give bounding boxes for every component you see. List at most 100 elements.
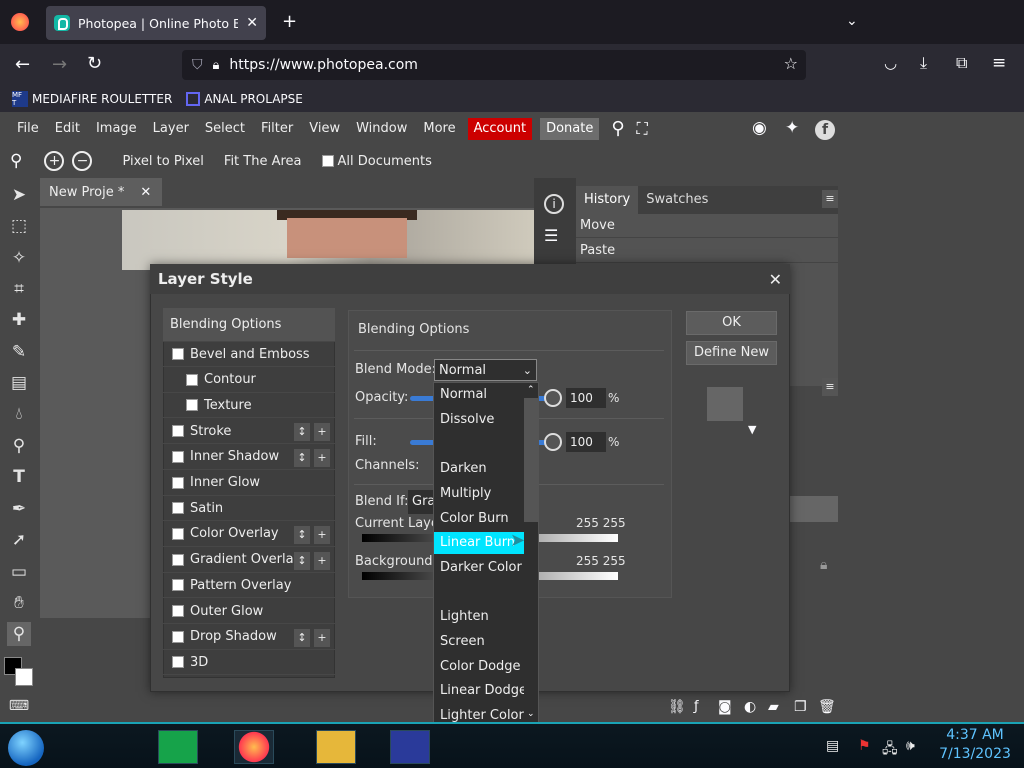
history-item[interactable]: Paste xyxy=(576,238,838,263)
donate-button[interactable]: Donate xyxy=(540,118,600,140)
blend-option[interactable]: Darker Color xyxy=(434,557,524,579)
menu-image[interactable]: Image xyxy=(88,118,145,140)
opacity-input[interactable]: 100 xyxy=(566,388,606,408)
style-item[interactable]: Pattern Overlay xyxy=(163,573,335,599)
opacity-slider-knob[interactable] xyxy=(544,389,562,407)
new-group-icon[interactable]: ▰ xyxy=(768,700,779,714)
dialog-title-bar[interactable]: Layer Style ✕ xyxy=(150,264,790,294)
history-item[interactable]: Move xyxy=(576,213,838,238)
style-item[interactable]: Inner Glow xyxy=(163,471,335,496)
start-button-icon[interactable] xyxy=(8,730,44,766)
link-layers-icon[interactable]: ⛓ xyxy=(668,700,686,714)
style-item[interactable]: 3D xyxy=(163,650,335,676)
menu-file[interactable]: File xyxy=(9,118,47,140)
network-icon[interactable]: 🖧︎ xyxy=(882,738,898,762)
add-effect-icon[interactable]: + xyxy=(314,551,330,570)
pixel-to-pixel-button[interactable]: Pixel to Pixel xyxy=(122,154,203,169)
style-checkbox[interactable] xyxy=(186,373,198,386)
menu-view[interactable]: View xyxy=(301,118,348,140)
shape-tool-icon[interactable]: ▭ xyxy=(7,560,31,584)
close-document-icon[interactable]: ✕ xyxy=(140,186,151,199)
layer-lock-icon[interactable]: 🔒︎ xyxy=(820,558,827,572)
blur-tool-icon[interactable]: 💧︎ xyxy=(7,402,31,426)
tab-history[interactable]: History xyxy=(576,186,639,214)
add-effect-icon[interactable]: + xyxy=(314,628,330,647)
all-documents-checkbox[interactable] xyxy=(321,155,334,167)
healing-tool-icon[interactable]: ✚ xyxy=(7,308,31,332)
taskbar-firefox-icon[interactable] xyxy=(234,730,274,764)
twitter-icon[interactable]: ✦ xyxy=(785,120,799,137)
hand-tool-icon[interactable]: ✋︎ xyxy=(7,591,31,615)
panel-menu-icon[interactable]: ≡ xyxy=(822,190,838,208)
style-checkbox[interactable] xyxy=(172,348,184,360)
flag-icon[interactable]: ⚑ xyxy=(858,738,871,754)
url-bar[interactable]: ⛉ 🔒︎ https://www.photopea.com ☆ xyxy=(182,50,806,80)
info-icon[interactable]: i xyxy=(544,194,564,214)
forward-arrow-icon[interactable]: → xyxy=(52,56,67,74)
lock-icon[interactable]: 🔒︎ xyxy=(213,59,220,72)
style-checkbox[interactable] xyxy=(172,656,184,669)
taskbar-app-icon[interactable] xyxy=(158,730,198,764)
reload-icon[interactable]: ↻ xyxy=(87,55,102,73)
triangle-down-icon[interactable]: ▼ xyxy=(748,424,756,435)
keyboard-icon[interactable]: ⌨ xyxy=(7,694,31,718)
adjustment-layer-icon[interactable]: ◐ xyxy=(744,700,756,714)
bookmark-mediafire[interactable]: MF T MEDIAFIRE ROULETTER xyxy=(12,91,172,107)
define-new-button[interactable]: Define New xyxy=(686,341,777,365)
blend-option[interactable]: Color Burn xyxy=(434,508,524,530)
download-icon[interactable]: ⤓ xyxy=(920,55,927,71)
blend-option[interactable]: Lighten xyxy=(434,606,524,628)
style-item[interactable]: Outer Glow xyxy=(163,599,335,624)
facebook-icon[interactable]: f xyxy=(815,120,835,140)
fit-the-area-button[interactable]: Fit The Area xyxy=(224,154,302,169)
type-tool-icon[interactable]: T xyxy=(7,465,31,489)
fill-slider-knob[interactable] xyxy=(544,433,562,451)
blend-option[interactable]: Dissolve xyxy=(434,409,524,431)
close-icon[interactable]: ✕ xyxy=(769,270,782,289)
style-item[interactable]: Bevel and Emboss xyxy=(163,342,335,367)
style-item[interactable]: Contour xyxy=(163,368,335,393)
layer-effects-icon[interactable]: ƒ xyxy=(694,700,699,713)
url-text[interactable]: https://www.photopea.com xyxy=(229,57,418,73)
shield-icon[interactable]: ⛉ xyxy=(192,58,203,72)
marquee-tool-icon[interactable]: ⬚ xyxy=(7,214,31,238)
bookmark-second[interactable]: ANAL PROLAPSE xyxy=(186,92,303,106)
fill-input[interactable]: 100 xyxy=(566,432,606,452)
reorder-arrows-icon[interactable]: ↕ xyxy=(294,551,310,570)
blend-option[interactable]: Darken xyxy=(434,458,524,480)
blend-option[interactable]: Linear Dodge xyxy=(434,680,524,702)
pen-tool-icon[interactable]: ✒ xyxy=(7,497,31,521)
document-tab[interactable]: New Proje * ✕ xyxy=(40,178,162,206)
style-item[interactable]: Blending Options xyxy=(163,308,335,342)
delete-layer-icon[interactable]: 🗑︎ xyxy=(818,700,836,714)
layers-panel-menu-icon[interactable]: ≡ xyxy=(822,378,838,396)
style-checkbox[interactable] xyxy=(172,450,184,463)
blend-mode-select[interactable]: Normal ⌄ xyxy=(434,359,537,381)
style-checkbox[interactable] xyxy=(172,630,184,643)
zoom-out-icon[interactable]: − xyxy=(72,151,93,171)
hamburger-menu-icon[interactable]: ≡ xyxy=(992,55,1006,72)
scroll-down-icon[interactable]: ⌄ xyxy=(527,710,535,719)
volume-icon[interactable]: 🕪︎ xyxy=(906,738,915,754)
firefox-icon[interactable] xyxy=(11,13,29,31)
adjustments-icon[interactable]: ☰ xyxy=(544,228,558,244)
menu-edit[interactable]: Edit xyxy=(47,118,88,140)
reorder-arrows-icon[interactable]: ↕ xyxy=(294,628,310,647)
add-effect-icon[interactable]: + xyxy=(314,448,330,467)
style-checkbox[interactable] xyxy=(172,425,184,438)
fullscreen-icon[interactable]: ⛶ xyxy=(637,121,648,137)
new-layer-icon[interactable]: ❐ xyxy=(794,700,807,714)
close-tab-icon[interactable]: ✕ xyxy=(246,16,258,30)
reddit-icon[interactable]: ◉ xyxy=(752,120,767,137)
background-color-swatch[interactable] xyxy=(15,668,33,686)
add-effect-icon[interactable]: + xyxy=(314,525,330,544)
layer-mask-icon[interactable]: ◙ xyxy=(718,700,732,714)
blend-option[interactable]: Normal xyxy=(434,384,524,406)
pocket-icon[interactable]: ◡ xyxy=(884,56,897,71)
crop-tool-icon[interactable]: ⌗ xyxy=(7,277,31,301)
style-checkbox[interactable] xyxy=(172,579,184,592)
gradient-tool-icon[interactable]: ▤ xyxy=(7,371,31,395)
style-item[interactable]: Texture xyxy=(163,393,335,419)
menu-select[interactable]: Select xyxy=(197,118,253,140)
zoom-in-icon[interactable]: + xyxy=(44,151,65,171)
